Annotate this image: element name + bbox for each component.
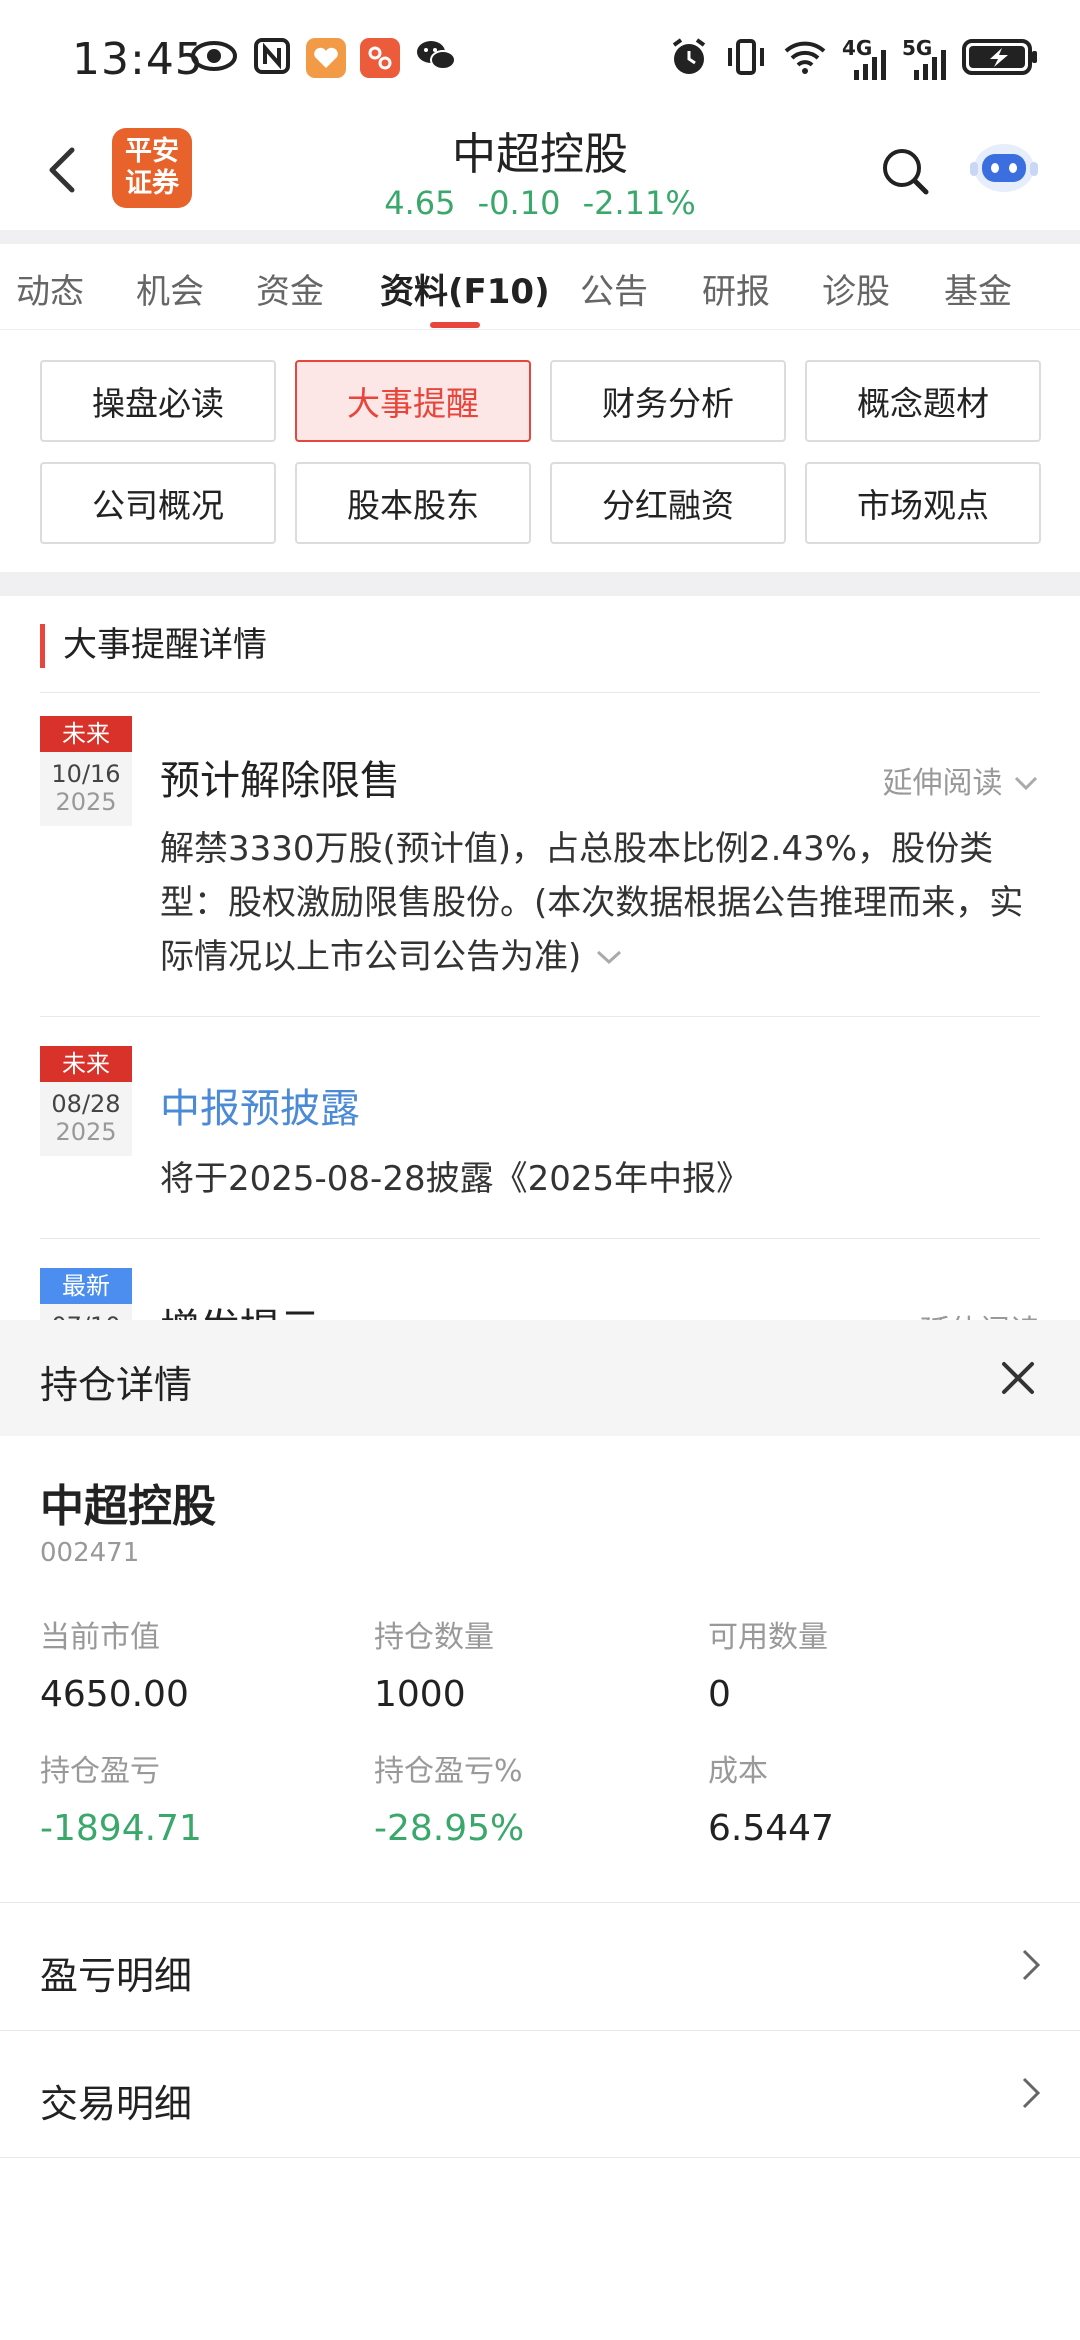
event-date: 07/10 — [40, 1312, 132, 1320]
health-app-icon — [306, 38, 346, 78]
row-label: 盈亏明细 — [40, 1954, 193, 1998]
stat-value: -28.95% — [374, 1808, 525, 1849]
tab-opportunity[interactable]: 机会 — [136, 264, 204, 313]
eye-icon — [190, 36, 238, 80]
close-icon — [1002, 1362, 1034, 1394]
signal-5g-icon: 5G — [902, 38, 948, 80]
event-description: 将于2025-08-28披露《2025年中报》 — [160, 1159, 751, 1199]
stat-value: 0 — [708, 1674, 731, 1715]
read-more-button[interactable]: 延伸阅读 — [882, 758, 1040, 802]
stat-cost: 成本 6.5447 — [708, 1746, 834, 1849]
stat-label: 持仓数量 — [374, 1620, 494, 1655]
event-title-link[interactable]: 中报预披露 — [160, 1076, 360, 1134]
stat-value: 6.5447 — [708, 1808, 834, 1849]
tab-bar: 动态 机会 资金 资料(F10) 公告 研报 诊股 基金 — [0, 244, 1080, 330]
stat-position-qty: 持仓数量 1000 — [374, 1612, 494, 1715]
shopping-app-icon — [360, 38, 400, 78]
tab-diagnosis[interactable]: 诊股 — [822, 264, 890, 313]
category-shareholders[interactable]: 股本股东 — [295, 462, 531, 544]
divider — [0, 572, 1080, 596]
category-market-views[interactable]: 市场观点 — [805, 462, 1041, 544]
stat-label: 当前市值 — [40, 1620, 160, 1655]
signal-4g-icon: 4G — [842, 38, 888, 80]
read-more-label: 延伸阅读 — [920, 1306, 1040, 1320]
category-financial-analysis[interactable]: 财务分析 — [550, 360, 786, 442]
alarm-icon — [668, 36, 710, 82]
chevron-right-icon — [1022, 2077, 1041, 2109]
close-button[interactable] — [992, 1352, 1044, 1404]
tab-f10[interactable]: 资料(F10) — [380, 264, 550, 313]
stock-change-pct: -2.11% — [582, 184, 696, 222]
category-trading-guide[interactable]: 操盘必读 — [40, 360, 276, 442]
stat-value: 4650.00 — [40, 1674, 189, 1715]
stat-value: -1894.71 — [40, 1808, 202, 1849]
stat-label: 持仓盈亏 — [40, 1754, 160, 1789]
vibrate-icon — [724, 36, 768, 82]
event-year: 2025 — [55, 788, 117, 816]
row-label: 交易明细 — [40, 2082, 193, 2126]
wechat-icon — [414, 36, 458, 80]
tab-research[interactable]: 研报 — [702, 264, 770, 313]
robot-icon — [970, 144, 1038, 192]
stat-profit-loss: 持仓盈亏 -1894.71 — [40, 1746, 202, 1849]
event-date: 08/28 — [51, 1090, 121, 1118]
holding-detail-sheet: 持仓详情 中超控股 002471 当前市值 4650.00 持仓数量 1000 … — [0, 1320, 1080, 2340]
stock-change: -0.10 — [477, 184, 561, 222]
nfc-icon — [252, 36, 292, 80]
stat-label: 可用数量 — [708, 1620, 828, 1655]
event-title: 预计解除限售 — [160, 758, 400, 804]
category-concepts[interactable]: 概念题材 — [805, 360, 1041, 442]
read-more-label: 延伸阅读 — [882, 766, 1003, 801]
stat-profit-loss-pct: 持仓盈亏% -28.95% — [374, 1746, 524, 1849]
stat-market-value: 当前市值 4650.00 — [40, 1612, 189, 1715]
sheet-title: 持仓详情 — [40, 1363, 193, 1407]
event-tag: 最新 — [40, 1268, 132, 1304]
notification-icons — [190, 36, 458, 80]
chevron-down-icon — [1014, 776, 1038, 791]
ai-assistant-button[interactable] — [968, 130, 1040, 202]
event-tag: 未来 — [40, 1046, 132, 1082]
tab-funds[interactable]: 资金 — [256, 264, 324, 313]
category-major-events[interactable]: 大事提醒 — [295, 360, 531, 442]
search-button[interactable] — [878, 144, 932, 198]
stock-price: 4.65 — [384, 184, 456, 222]
event-date-badge: 未来 08/28 2025 — [40, 1046, 132, 1156]
holding-stock-name: 中超控股 — [40, 1481, 216, 1532]
system-icons: 4G 5G — [668, 36, 1040, 82]
status-time: 13:45 — [72, 34, 204, 85]
stat-label: 成本 — [708, 1754, 768, 1789]
trade-detail-row[interactable]: 交易明细 — [0, 2030, 1080, 2158]
chevron-right-icon — [1022, 1949, 1041, 1981]
profit-loss-detail-row[interactable]: 盈亏明细 — [0, 1902, 1080, 2030]
event-date-badge: 最新 07/10 — [40, 1268, 132, 1320]
stat-value: 1000 — [374, 1674, 466, 1715]
divider — [40, 692, 1040, 693]
tab-fund[interactable]: 基金 — [944, 264, 1012, 313]
event-date: 10/16 — [51, 760, 121, 788]
event-tag: 未来 — [40, 716, 132, 752]
event-date-badge: 未来 10/16 2025 — [40, 716, 132, 826]
status-bar: 13:45 4G 5G — [0, 0, 1080, 110]
event-title: 增发提示 — [160, 1296, 320, 1320]
battery-charging-icon — [962, 37, 1040, 81]
event-description[interactable]: 解禁3330万股(预计值)，占总股本比例2.43%，股份类型：股权激励限售股份。… — [160, 822, 1040, 984]
event-year: 2025 — [55, 1118, 117, 1146]
category-company-profile[interactable]: 公司概况 — [40, 462, 276, 544]
divider — [40, 1238, 1040, 1239]
divider — [0, 230, 1080, 244]
search-icon — [883, 149, 929, 195]
active-tab-indicator — [430, 322, 480, 328]
expand-chevron-icon — [597, 950, 622, 965]
stat-available-qty: 可用数量 0 — [708, 1612, 828, 1715]
category-dividends[interactable]: 分红融资 — [550, 462, 786, 544]
tab-dynamics[interactable]: 动态 — [16, 264, 84, 313]
divider — [40, 1016, 1040, 1017]
section-title: 大事提醒详情 — [40, 624, 267, 668]
stat-label: 持仓盈亏% — [374, 1754, 523, 1789]
sheet-header: 持仓详情 — [0, 1320, 1080, 1436]
holding-stock-code: 002471 — [40, 1538, 140, 1568]
wifi-icon — [782, 37, 828, 81]
stock-header: 平安 证券 中超控股 4.65 -0.10 -2.11% — [0, 110, 1080, 230]
tab-announcements[interactable]: 公告 — [580, 264, 648, 313]
